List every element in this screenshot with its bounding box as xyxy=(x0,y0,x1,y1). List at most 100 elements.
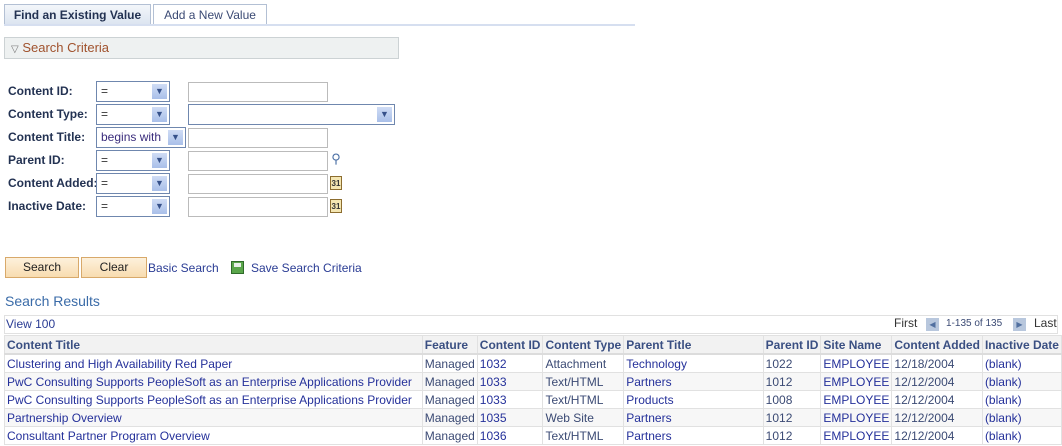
inactive-date-input[interactable] xyxy=(188,197,328,217)
inactive-date-cell[interactable]: (blank) xyxy=(981,372,1062,391)
table-row[interactable]: PwC Consulting Supports PeopleSoft as an… xyxy=(4,372,1062,391)
operator-value: = xyxy=(101,153,109,167)
table-row[interactable]: Clustering and High Availability Red Pap… xyxy=(4,353,1062,373)
inactive-date-cell[interactable]: (blank) xyxy=(981,408,1062,427)
parent-id-operator-select[interactable]: = ▼ xyxy=(96,150,170,171)
site-name-cell[interactable]: EMPLOYEE xyxy=(820,408,893,427)
table-row[interactable]: Partnership Overview Managed 1035 Web Site P… xyxy=(4,408,1062,427)
chevron-down-icon: ▼ xyxy=(152,84,167,99)
content-id-cell[interactable]: 1036 xyxy=(476,426,544,445)
last-link[interactable]: Last xyxy=(1034,316,1057,330)
content-type-operator-select[interactable]: = ▼ xyxy=(96,104,170,125)
parent-title-cell[interactable]: Products xyxy=(623,390,764,409)
calendar-icon[interactable]: 31 xyxy=(330,199,342,213)
table-row[interactable]: Consultant Partner Program Overview Manag… xyxy=(4,426,1062,445)
table-row[interactable]: PwC Consulting Supports PeopleSoft as an… xyxy=(4,390,1062,409)
next-icon[interactable]: ▶ xyxy=(1013,318,1026,331)
tab-divider xyxy=(4,24,635,26)
tab-add-new-value[interactable]: Add a New Value xyxy=(153,4,267,25)
content-added-cell: 12/12/2004 xyxy=(891,372,983,391)
collapse-triangle-icon: ▽ xyxy=(11,44,19,55)
inactive-date-cell[interactable]: (blank) xyxy=(981,426,1062,445)
chevron-down-icon: ▼ xyxy=(152,176,167,191)
inactive-date-label: Inactive Date: xyxy=(8,199,87,213)
parent-id-cell: 1008 xyxy=(762,390,822,409)
content-title-cell[interactable]: PwC Consulting Supports PeopleSoft as an… xyxy=(4,372,423,391)
content-id-operator-select[interactable]: = ▼ xyxy=(96,81,170,102)
parent-id-cell: 1012 xyxy=(762,408,822,427)
site-name-cell[interactable]: EMPLOYEE xyxy=(820,372,893,391)
content-added-operator-select[interactable]: = ▼ xyxy=(96,173,170,194)
column-header-feature[interactable]: Feature xyxy=(421,335,478,355)
table-header-row: Content Title Feature Content ID Content… xyxy=(4,335,1062,355)
operator-value: = xyxy=(101,84,109,98)
column-header-parent-title[interactable]: Parent Title xyxy=(623,335,764,355)
inactive-date-operator-select[interactable]: = ▼ xyxy=(96,196,170,217)
content-id-cell[interactable]: 1035 xyxy=(476,408,544,427)
search-button[interactable]: Search xyxy=(5,257,79,278)
search-results-table: Content Title Feature Content ID Content… xyxy=(4,335,1062,445)
content-type-select[interactable]: ▼ xyxy=(188,104,395,125)
clear-button[interactable]: Clear xyxy=(81,257,147,278)
search-criteria-header[interactable]: ▽ Search Criteria xyxy=(4,37,399,59)
feature-cell: Managed xyxy=(421,372,478,391)
inactive-date-cell[interactable]: (blank) xyxy=(981,353,1062,373)
operator-value: = xyxy=(101,176,109,190)
content-title-label: Content Title: xyxy=(8,130,86,144)
first-link[interactable]: First xyxy=(894,316,917,330)
basic-search-link[interactable]: Basic Search xyxy=(148,261,219,275)
content-title-cell[interactable]: Clustering and High Availability Red Pap… xyxy=(4,353,423,373)
content-type-cell: Attachment xyxy=(542,353,625,373)
save-icon-label xyxy=(234,263,241,267)
content-title-input[interactable] xyxy=(188,128,328,148)
column-header-inactive-date[interactable]: Inactive Date xyxy=(981,335,1062,355)
content-type-label: Content Type: xyxy=(8,107,88,121)
save-icon[interactable] xyxy=(231,261,244,274)
content-id-input[interactable] xyxy=(188,82,328,102)
content-id-cell[interactable]: 1033 xyxy=(476,390,544,409)
column-header-site-name[interactable]: Site Name xyxy=(820,335,893,355)
view-100-link[interactable]: View 100 xyxy=(6,317,55,331)
operator-value: = xyxy=(101,199,109,213)
previous-icon[interactable]: ◀ xyxy=(926,318,939,331)
content-id-cell[interactable]: 1032 xyxy=(476,353,544,373)
parent-id-label: Parent ID: xyxy=(8,153,65,167)
tab-find-existing-value[interactable]: Find an Existing Value xyxy=(4,4,151,25)
parent-title-cell[interactable]: Partners xyxy=(623,372,764,391)
column-header-parent-id[interactable]: Parent ID xyxy=(762,335,822,355)
inactive-date-cell[interactable]: (blank) xyxy=(981,390,1062,409)
column-header-content-type[interactable]: Content Type xyxy=(542,335,625,355)
content-title-cell[interactable]: Partnership Overview xyxy=(4,408,423,427)
feature-cell: Managed xyxy=(421,353,478,373)
content-added-cell: 12/12/2004 xyxy=(891,408,983,427)
site-name-cell[interactable]: EMPLOYEE xyxy=(820,426,893,445)
site-name-cell[interactable]: EMPLOYEE xyxy=(820,353,893,373)
site-name-cell[interactable]: EMPLOYEE xyxy=(820,390,893,409)
calendar-icon[interactable]: 31 xyxy=(330,176,342,190)
parent-id-input[interactable] xyxy=(188,151,328,171)
parent-title-cell[interactable]: Partners xyxy=(623,426,764,445)
operator-value: = xyxy=(101,107,109,121)
save-search-criteria-link[interactable]: Save Search Criteria xyxy=(251,261,362,275)
content-added-input[interactable] xyxy=(188,174,328,194)
content-title-cell[interactable]: PwC Consulting Supports PeopleSoft as an… xyxy=(4,390,423,409)
parent-title-cell[interactable]: Technology xyxy=(623,353,764,373)
content-added-label: Content Added: xyxy=(8,176,98,190)
content-added-cell: 12/18/2004 xyxy=(891,353,983,373)
feature-cell: Managed xyxy=(421,390,478,409)
feature-cell: Managed xyxy=(421,408,478,427)
lookup-icon[interactable]: ⚲ xyxy=(330,152,342,166)
content-id-cell[interactable]: 1033 xyxy=(476,372,544,391)
content-added-cell: 12/12/2004 xyxy=(891,426,983,445)
parent-title-cell[interactable]: Partners xyxy=(623,408,764,427)
chevron-down-icon: ▼ xyxy=(168,130,183,145)
chevron-down-icon: ▼ xyxy=(377,107,392,122)
content-title-cell[interactable]: Consultant Partner Program Overview xyxy=(4,426,423,445)
column-header-content-id[interactable]: Content ID xyxy=(476,335,544,355)
content-id-label: Content ID: xyxy=(8,84,73,98)
content-title-operator-select[interactable]: begins with ▼ xyxy=(96,127,186,148)
column-header-content-title[interactable]: Content Title xyxy=(4,335,423,355)
search-criteria-title: Search Criteria xyxy=(22,40,110,55)
search-results-title: Search Results xyxy=(5,293,100,309)
column-header-content-added[interactable]: Content Added xyxy=(891,335,983,355)
